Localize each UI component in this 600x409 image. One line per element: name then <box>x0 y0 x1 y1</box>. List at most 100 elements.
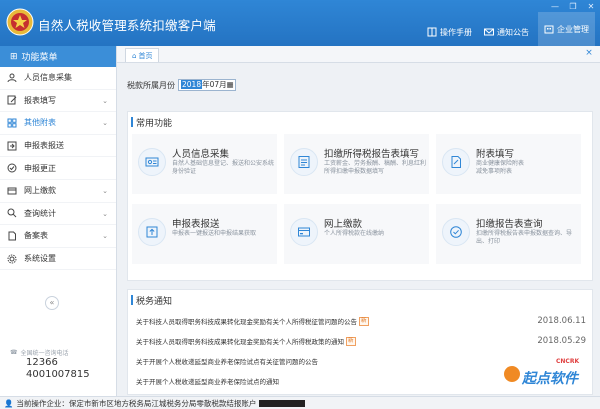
status-text: 当前操作企业：保定市新市区地方税务局江城税务分局零散税款结报账户 <box>16 398 257 408</box>
book-icon <box>427 27 437 37</box>
close-icon[interactable]: ✕ <box>586 2 596 11</box>
check-icon <box>442 218 470 246</box>
function-desc: 自然人基础信息登记、报送和公安系统身份验证 <box>172 160 275 175</box>
watermark-logo-icon <box>504 366 520 382</box>
title-bar: 自然人税收管理系统扣缴客户端 — ❐ ✕ 操作手册 通知公告 企业管理 <box>0 0 600 46</box>
tab-home-label: 首页 <box>138 51 153 60</box>
sidebar-item-label: 申报更正 <box>24 163 56 173</box>
notice-item[interactable]: 关于科技人员取得职务科技成果转化现金奖励有关个人所得税政策的通知 新 2018.… <box>136 332 586 350</box>
menu-icon: ⊞ <box>10 51 18 62</box>
user-icon: 👤 <box>4 398 14 408</box>
common-functions-title: 常用功能 <box>128 112 592 132</box>
sidebar-item-other-attachments[interactable]: 其他附表 ⌄ <box>0 112 116 135</box>
user-card-icon <box>138 148 166 176</box>
phone-icon: ☎ <box>10 349 18 356</box>
hotline-number-2: 4001007815 <box>26 369 90 380</box>
enterprise-label: 企业管理 <box>557 24 589 34</box>
function-desc: 申报表一键报送和申报结果获取 <box>172 230 257 237</box>
function-title: 扣缴报告表查询 <box>476 219 543 230</box>
sidebar-item-query-stats[interactable]: 查询统计 ⌄ <box>0 203 116 226</box>
close-tabs-icon[interactable]: × <box>584 48 594 58</box>
tab-bar: ⌂ 首页 × <box>117 46 600 63</box>
new-badge: 新 <box>359 316 369 326</box>
chevron-down-icon: ⌄ <box>102 119 108 128</box>
function-report-submit[interactable]: 申报表报送 申报表一键报送和申报结果获取 <box>132 204 277 264</box>
function-title: 网上缴款 <box>324 219 363 230</box>
function-online-payment[interactable]: 网上缴款 个人所得税款在线缴纳 <box>284 204 429 264</box>
restore-icon[interactable]: ❐ <box>568 2 578 11</box>
app-title: 自然人税收管理系统扣缴客户端 <box>38 18 216 33</box>
building-icon <box>544 25 554 34</box>
manual-label: 操作手册 <box>440 27 472 37</box>
sidebar-item-settings[interactable]: 系统设置 <box>0 248 116 271</box>
calendar-icon[interactable]: ▦ <box>227 80 234 90</box>
correct-icon <box>7 163 17 173</box>
home-icon: ⌂ <box>132 51 137 60</box>
edit-icon <box>7 95 17 105</box>
function-title: 附表填写 <box>476 149 515 160</box>
file-icon <box>8 231 16 241</box>
minimize-icon[interactable]: — <box>550 2 560 11</box>
card-icon <box>290 218 318 246</box>
function-title: 扣缴所得税报告表填写 <box>324 149 420 160</box>
hotline: ☎ 全国统一咨询电话 12366 4001007815 <box>10 348 90 381</box>
sidebar-item-label: 申报表报送 <box>24 141 64 151</box>
function-desc: 工资薪金、劳务报酬、稿酬、利息红利所得扣缴申报数据填写 <box>324 160 427 175</box>
sidebar-item-report-correction[interactable]: 申报更正 <box>0 157 116 180</box>
grid-icon <box>7 118 17 128</box>
sidebar-item-person-info[interactable]: 人员信息采集 <box>0 67 116 90</box>
watermark-sub: CNCRK <box>556 358 580 365</box>
new-badge: 新 <box>346 336 356 346</box>
tax-notices-title: 税务通知 <box>128 290 592 310</box>
sidebar-item-report-fill[interactable]: 报表填写 ⌄ <box>0 90 116 113</box>
sidebar-item-report-submit[interactable]: 申报表报送 <box>0 135 116 158</box>
tab-home[interactable]: ⌂ 首页 <box>125 48 160 62</box>
period-label: 税款所属月份 <box>127 80 175 90</box>
watermark: CNCRK 起点软件 <box>502 356 594 404</box>
notice-text: 关于科技人员取得职务科技成果转化现金奖励有关个人所得税政策的通知 <box>136 338 344 346</box>
payment-icon <box>7 187 17 195</box>
function-person-info[interactable]: 人员信息采集 自然人基础信息登记、报送和公安系统身份验证 <box>132 134 277 194</box>
sidebar-item-label: 其他附表 <box>24 118 56 128</box>
sidebar-item-label: 报表填写 <box>24 95 56 105</box>
function-report-query[interactable]: 扣缴报告表查询 扣缴所得税报告表申报数据查询、导出、打印 <box>436 204 581 264</box>
enterprise-button[interactable]: 企业管理 <box>538 12 595 46</box>
chevron-down-icon: ⌄ <box>102 232 108 241</box>
window-controls: — ❐ ✕ <box>550 2 596 11</box>
period-value: 2018年07月 <box>181 80 227 90</box>
sidebar-item-label: 备案表 <box>24 231 48 241</box>
redacted-block <box>259 399 306 407</box>
hotline-label: 全国统一咨询电话 <box>20 350 69 357</box>
notice-text: 关于科技人员取得职务科技成果转化现金奖励有关个人所得税征管问题的公告 <box>136 318 357 326</box>
sidebar-item-label: 查询统计 <box>24 208 56 218</box>
chevron-down-icon: ⌄ <box>102 209 108 218</box>
attachment-icon <box>442 148 470 176</box>
sidebar-item-online-payment[interactable]: 网上缴款 ⌄ <box>0 180 116 203</box>
function-withholding-report[interactable]: 扣缴所得税报告表填写 工资薪金、劳务报酬、稿酬、利息红利所得扣缴申报数据填写 <box>284 134 429 194</box>
period-selector: 税款所属月份 2018年07月 ▦ <box>127 79 236 91</box>
chevron-down-icon: ⌄ <box>102 186 108 195</box>
function-desc: 个人所得税款在线缴纳 <box>324 230 385 237</box>
function-desc: 商业健康保险附表 减免事项附表 <box>476 160 525 175</box>
function-title: 申报表报送 <box>172 219 220 230</box>
tax-emblem-icon <box>6 8 34 36</box>
sidebar-item-label: 网上缴款 <box>24 186 56 196</box>
sidebar: ⊞ 功能菜单 人员信息采集 报表填写 ⌄ 其他附表 ⌄ 申报表报送 申报更正 网… <box>0 46 117 396</box>
sidebar-item-filing-form[interactable]: 备案表 ⌄ <box>0 225 116 248</box>
period-input[interactable]: 2018年07月 ▦ <box>178 79 236 91</box>
main-content: 税款所属月份 2018年07月 ▦ 常用功能 人员信息采集 自然人基础信息登记、… <box>117 63 600 396</box>
function-attachment-fill[interactable]: 附表填写 商业健康保险附表 减免事项附表 <box>436 134 581 194</box>
notice-date: 2018.05.29 <box>537 336 586 346</box>
hotline-label-row: ☎ 全国统一咨询电话 <box>10 348 90 357</box>
sidebar-item-label: 人员信息采集 <box>24 73 72 83</box>
notice-text: 关于开展个人税收递延型商业养老保险试点有关征管问题的公告 <box>136 358 318 366</box>
period-month: 年07月 <box>202 80 227 89</box>
notice-label: 通知公告 <box>497 27 529 37</box>
manual-button[interactable]: 操作手册 <box>427 24 472 40</box>
search-icon <box>7 208 17 218</box>
sidebar-collapse-button[interactable]: « <box>45 296 59 310</box>
watermark-text: 起点软件 <box>522 371 578 387</box>
notice-item[interactable]: 关于科技人员取得职务科技成果转化现金奖励有关个人所得税征管问题的公告 新 201… <box>136 312 586 330</box>
notice-button[interactable]: 通知公告 <box>484 24 529 40</box>
send-icon <box>7 141 17 151</box>
